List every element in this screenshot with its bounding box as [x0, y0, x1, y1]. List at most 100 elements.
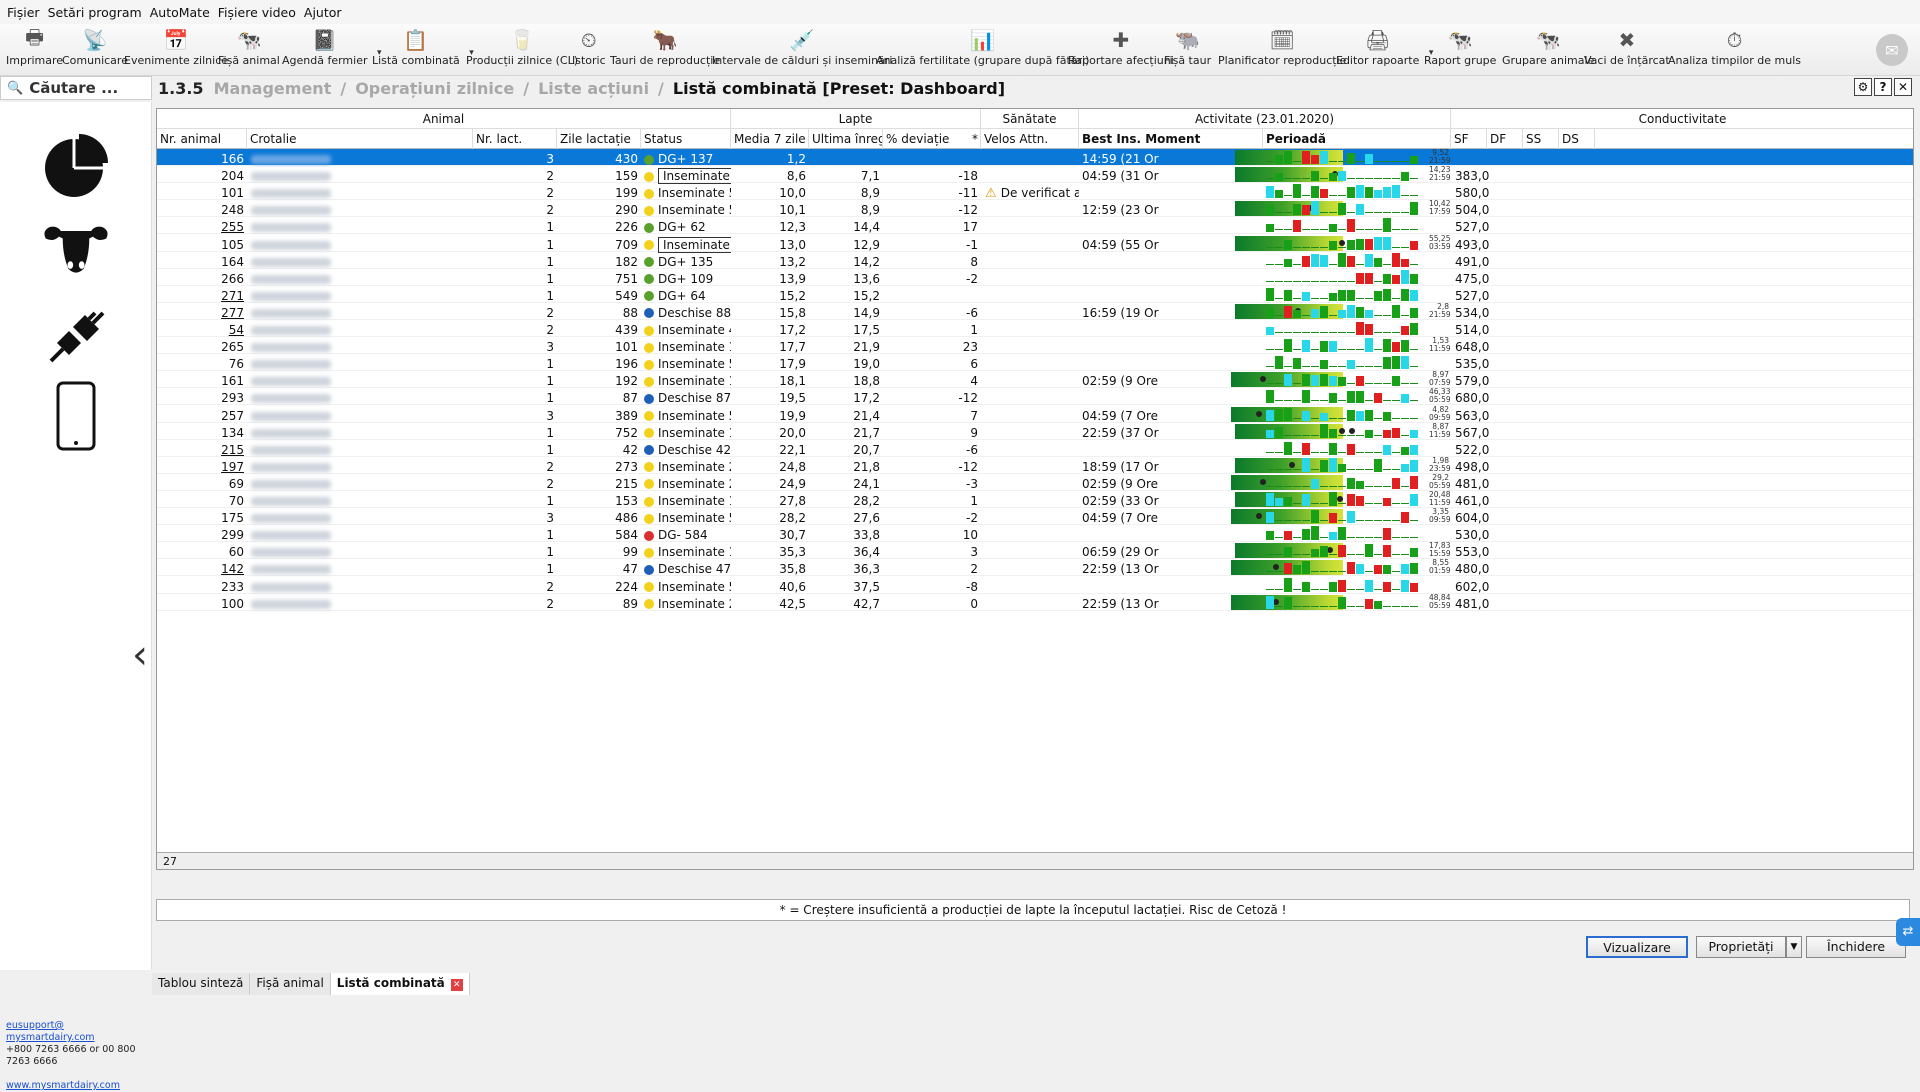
- table-row[interactable]: 2042159Inseminate 18,67,1-1804:59 (31 Or…: [157, 166, 1913, 185]
- table-row[interactable]: 60199Inseminate 135,336,4306:59 (29 Ore)…: [157, 542, 1913, 560]
- table-row[interactable]: 1012199Inseminate 5310,08,9-11⚠ De verif…: [157, 183, 1913, 201]
- menu-item[interactable]: AutoMate: [150, 5, 210, 20]
- plug-icon[interactable]: [40, 298, 112, 370]
- column-header[interactable]: Status: [641, 129, 731, 149]
- column-header[interactable]: Nr. animal: [157, 129, 247, 149]
- table-row[interactable]: 2573389Inseminate 5019,921,4704:59 (7 Or…: [157, 405, 1913, 423]
- column-header[interactable]: Nr. lact.: [473, 129, 557, 149]
- table-row[interactable]: 761196Inseminate 5317,919,06535,0: [157, 354, 1913, 372]
- menu-item[interactable]: Setări program: [48, 5, 142, 20]
- column-header[interactable]: Perioadă: [1263, 129, 1451, 149]
- menu-item[interactable]: Fișiere video: [218, 5, 296, 20]
- toolbar-button[interactable]: 🖶 Imprimare: [6, 25, 63, 67]
- pie-chart-icon[interactable]: [40, 130, 112, 202]
- toolbar-button[interactable]: ⏲ Istoric: [572, 26, 606, 67]
- table-row[interactable]: 701153Inseminate 127,828,2102:59 (33 Ore…: [157, 491, 1913, 508]
- agenda-icon: 📓: [312, 28, 338, 52]
- table-row[interactable]: 100 2 89 Inseminate 20 42,5 42,7 0 22:59 (13 Or…: [157, 593, 1913, 611]
- table-row[interactable]: 2332224Inseminate 5340,637,5-8602,0: [157, 577, 1913, 594]
- collapse-sidebar-icon[interactable]: ‹: [132, 632, 148, 678]
- toolbar-button[interactable]: ✚ Raportare afecțiuni: [1068, 26, 1174, 67]
- column-header[interactable]: DS: [1559, 129, 1595, 149]
- remote-support-icon[interactable]: ⇄: [1896, 918, 1920, 946]
- table-row[interactable]: 164 1 182 DG+ 135 13,2 14,2 8 491,0: [157, 252, 1913, 269]
- table-row[interactable]: 299 1 584 DG- 584 30,7 33,8 10 530,0: [157, 525, 1913, 543]
- menu-item[interactable]: Ajutor: [304, 5, 342, 20]
- toolbar-button[interactable]: 🗓 Planificator reproducție: [1218, 26, 1346, 67]
- tab-dashboard[interactable]: Tablou sinteză: [152, 973, 251, 995]
- properties-dropdown-icon[interactable]: ▼: [1786, 936, 1802, 958]
- settings-icon[interactable]: ⚙: [1854, 78, 1872, 96]
- activity-peak-stamp: 20,48 11:59: [1429, 491, 1451, 507]
- toolbar-button[interactable]: 🥛 Producții zilnice (CL): [466, 26, 578, 67]
- support-website[interactable]: www.mysmartdairy.com: [6, 1080, 120, 1091]
- help-icon[interactable]: ?: [1874, 78, 1892, 96]
- activity-peak-stamp: 17,83 15:59: [1429, 542, 1451, 558]
- table-row[interactable]: 1972273Inseminate 2024,821,8-1218:59 (17…: [157, 456, 1913, 474]
- table-row[interactable]: 692215Inseminate 2224,924,1-302:59 (9 Or…: [157, 473, 1913, 491]
- column-header[interactable]: SS: [1523, 129, 1559, 149]
- toolbar-button[interactable]: 📡 Comunicare: [62, 26, 128, 67]
- toolbar-button[interactable]: 🖨 Editor rapoarte ▾: [1336, 26, 1433, 67]
- breadcrumb-management[interactable]: Management: [214, 79, 332, 98]
- mobile-phone-icon[interactable]: [40, 380, 112, 452]
- table-row[interactable]: 265 3 101 Inseminate 1 17,7 21,9 23 1,53 11:59 64…: [157, 337, 1913, 355]
- mail-icon[interactable]: ✉: [1876, 34, 1908, 66]
- column-header[interactable]: Media 7 zile: [731, 129, 809, 149]
- column-header[interactable]: Velos Attn.: [981, 129, 1079, 149]
- column-header[interactable]: SF: [1451, 129, 1487, 149]
- table-row[interactable]: 134 1 752 Inseminate 1 20,0 21,7 9 22:59 (37 Or…: [157, 422, 1913, 440]
- toolbar-button[interactable]: 📅 Evenimente zilnice: [124, 26, 228, 67]
- table-row[interactable]: 1753486Inseminate 5828,227,6-204:59 (7 O…: [157, 508, 1913, 526]
- column-header[interactable]: % deviație: [883, 129, 981, 149]
- table-row[interactable]: 293 1 87 Deschise 87 19,5 17,2 -12 46,33 05:59 68…: [157, 388, 1913, 406]
- properties-button[interactable]: Proprietăți: [1696, 936, 1786, 958]
- table-row[interactable]: 1663430DG+ 1371,214:59 (21 Ore)9,5221:59: [157, 149, 1913, 166]
- column-header[interactable]: Ultima înregistra: [809, 129, 883, 149]
- toolbar-button[interactable]: 🐂 Tauri de reproducție: [610, 26, 720, 67]
- breadcrumb-daily-ops[interactable]: Operațiuni zilnice: [355, 79, 514, 98]
- table-row[interactable]: 266 1 751 DG+ 109 13,9 13,6 -2 475,0: [157, 269, 1913, 286]
- dry-off-icon: ✖: [1618, 28, 1636, 52]
- toolbar-button[interactable]: 📊 Analiză fertilitate (grupare după fătăr…: [876, 26, 1089, 67]
- table-row[interactable]: 1051709Inseminate 5913,012,9-104:59 (55 …: [157, 234, 1913, 253]
- toolbar-button[interactable]: 🐄 Raport grupe: [1424, 26, 1496, 67]
- view-button[interactable]: Vizualizare: [1586, 936, 1688, 958]
- toolbar-button[interactable]: 🐄 Grupare animale: [1502, 26, 1594, 67]
- status-label: DG- 584: [658, 528, 708, 543]
- toolbar-button[interactable]: ✖ Vaci de înțărcat: [1584, 26, 1670, 67]
- toolbar-button[interactable]: 💉 Intervale de călduri și inseminări: [712, 26, 892, 67]
- table-row[interactable]: 542439Inseminate 4317,217,51514,0: [157, 320, 1913, 337]
- table-row[interactable]: 1611192Inseminate 12718,118,8402:59 (9 O…: [157, 371, 1913, 389]
- search-box[interactable]: 🔍 Căutare ...: [0, 76, 152, 100]
- table-row[interactable]: 277288Deschise 8815,814,9-616:59 (19 Ore…: [157, 302, 1913, 320]
- tab-combined-list[interactable]: Listă combinată ✕: [330, 973, 470, 995]
- toolbar-button[interactable]: 🐃 Fișă taur: [1164, 26, 1211, 67]
- column-header[interactable]: DF: [1487, 129, 1523, 149]
- table-row[interactable]: 2482290Inseminate 5010,18,9-1212:59 (23 …: [157, 200, 1913, 218]
- table-row[interactable]: 255 1 226 DG+ 62 12,3 14,4 17 527,0: [157, 217, 1913, 235]
- toolbar-button[interactable]: 📋 Listă combinată ▾: [372, 26, 474, 67]
- toolbar-button-label: Fișă animal: [218, 54, 280, 67]
- redacted-eartag: [251, 206, 331, 216]
- toolbar-button[interactable]: 🐄 Fișă animal: [218, 26, 280, 67]
- peak-time: 03:59: [1429, 241, 1451, 251]
- table-row[interactable]: 271 1 549 DG+ 64 15,2 15,2 527,0: [157, 286, 1913, 303]
- table-row[interactable]: 142147Deschise 4735,836,3222:59 (13 Ore)…: [157, 559, 1913, 577]
- table-row[interactable]: 215 1 42 Deschise 42 22,1 20,7 -6 522,0: [157, 440, 1913, 457]
- column-header[interactable]: Best Ins. Moment: [1079, 129, 1263, 149]
- close-icon[interactable]: ✕: [1894, 78, 1912, 96]
- menu-bar: Fișier Setări program AutoMate Fișiere vide…: [0, 0, 1920, 24]
- support-email[interactable]: eusupport@ mysmartdairy.com: [6, 1020, 95, 1043]
- breadcrumb-action-lists[interactable]: Liste acțiuni: [538, 79, 649, 98]
- tab-animal-card[interactable]: Fișă animal: [250, 973, 331, 995]
- column-header[interactable]: *: [969, 129, 981, 149]
- toolbar-button[interactable]: 📓 Agendă fermier ▾: [282, 26, 382, 67]
- cow-icon[interactable]: [40, 212, 112, 284]
- menu-item[interactable]: Fișier: [7, 5, 40, 20]
- column-header[interactable]: Zile lactație: [557, 129, 641, 149]
- column-header[interactable]: Crotalie: [247, 129, 473, 149]
- toolbar-button[interactable]: ⏱ Analiza timpilor de muls: [1668, 26, 1801, 67]
- close-tab-icon[interactable]: ✕: [450, 979, 463, 991]
- close-button[interactable]: Închidere: [1806, 936, 1906, 958]
